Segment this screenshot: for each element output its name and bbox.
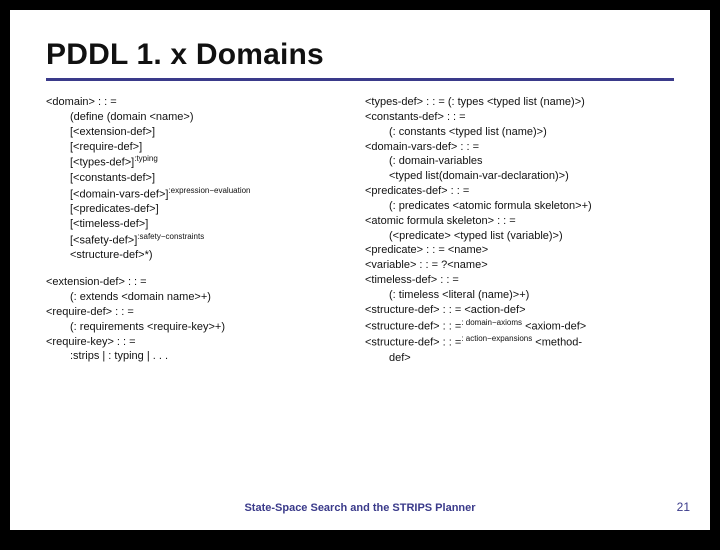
grammar-line: def> [365, 351, 674, 366]
grammar-line: [<domain-vars-def>]:expression−evaluatio… [70, 186, 355, 203]
grammar-line: [<require-def>] [70, 140, 355, 155]
content-columns: <domain> : : = (define (domain <name>)[<… [46, 95, 674, 376]
grammar-extension: <extension-def> : : =(: extends <domain … [46, 275, 355, 364]
grammar-line: <variable> : : = ?<name> [365, 258, 674, 273]
grammar-line: (: predicates <atomic formula skeleton>+… [365, 199, 674, 214]
grammar-line: [<safety-def>]:safety−constraints [70, 232, 355, 249]
grammar-line: (<predicate> <typed list (variable)>) [365, 229, 674, 244]
grammar-line: <structure-def>*) [70, 248, 355, 263]
grammar-line: (: constants <typed list (name)>) [365, 125, 674, 140]
grammar-line: <require-def> : : = [46, 305, 355, 320]
grammar-line: (: requirements <require-key>+) [46, 320, 355, 335]
grammar-line: [<predicates-def>] [70, 202, 355, 217]
grammar-line: <predicate> : : = <name> [365, 243, 674, 258]
grammar-line: :strips | : typing | . . . [46, 349, 355, 364]
grammar-line: <structure-def> : : =: action−expansions… [365, 334, 674, 351]
title-rule [46, 78, 674, 81]
grammar-line: (: timeless <literal (name)>+) [365, 288, 674, 303]
grammar-domain: <domain> : : = (define (domain <name>)[<… [46, 95, 355, 263]
grammar-line: <timeless-def> : : = [365, 273, 674, 288]
grammar-line: <typed list(domain-var-declaration)>) [365, 169, 674, 184]
grammar-line: <extension-def> : : = [46, 275, 355, 290]
grammar-line: (: extends <domain name>+) [46, 290, 355, 305]
grammar-line: <atomic formula skeleton> : : = [365, 214, 674, 229]
slide-title: PDDL 1. x Domains [46, 38, 674, 72]
left-column: <domain> : : = (define (domain <name>)[<… [46, 95, 355, 376]
grammar-line: <domain-vars-def> : : = [365, 140, 674, 155]
grammar-line: (: domain-variables [365, 154, 674, 169]
page-number: 21 [677, 500, 690, 514]
grammar-line: <predicates-def> : : = [365, 184, 674, 199]
grammar-indent-block: (define (domain <name>)[<extension-def>]… [46, 110, 355, 263]
grammar-line: <structure-def> : : =: domain−axioms <ax… [365, 318, 674, 335]
grammar-line: <types-def> : : = (: types <typed list (… [365, 95, 674, 110]
grammar-line: [<constants-def>] [70, 171, 355, 186]
grammar-line: (define (domain <name>) [70, 110, 355, 125]
grammar-line: <structure-def> : : = <action-def> [365, 303, 674, 318]
grammar-line: [<types-def>]:typing [70, 154, 355, 171]
grammar-line: [<extension-def>] [70, 125, 355, 140]
right-column: <types-def> : : = (: types <typed list (… [365, 95, 674, 376]
grammar-line: <domain> : : = [46, 95, 355, 110]
grammar-line: <constants-def> : : = [365, 110, 674, 125]
slide-footer: State-Space Search and the STRIPS Planne… [10, 502, 710, 514]
grammar-line: [<timeless-def>] [70, 217, 355, 232]
slide: PDDL 1. x Domains <domain> : : = (define… [10, 10, 710, 530]
grammar-line: <require-key> : : = [46, 335, 355, 350]
